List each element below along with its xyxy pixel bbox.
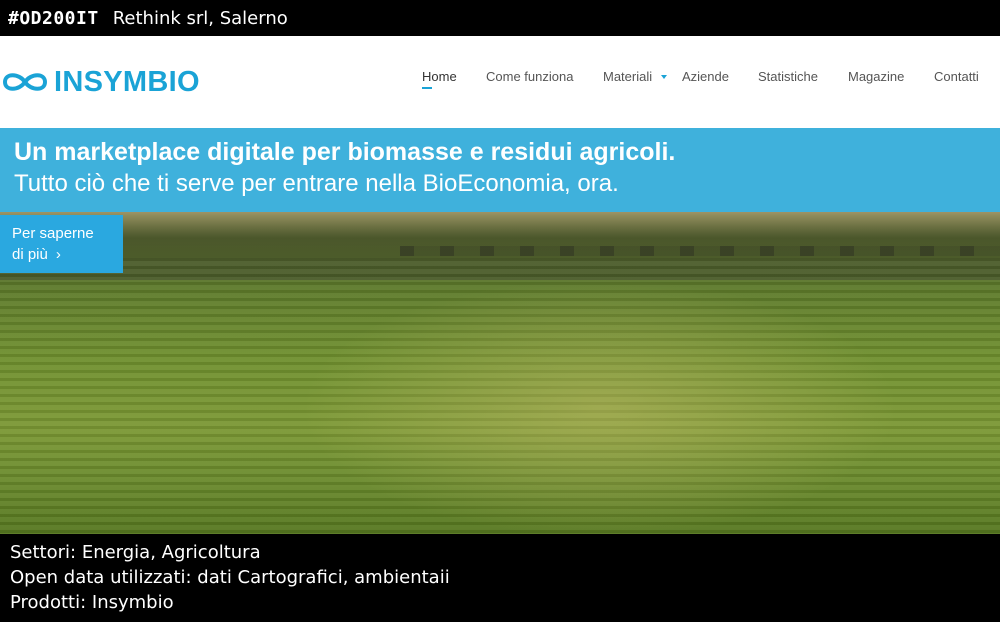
cta-label-text: di più (12, 246, 48, 263)
hero-banner: Un marketplace digitale per biomasse e r… (0, 128, 1000, 212)
chevron-down-icon[interactable] (661, 75, 667, 79)
nav-statistiche[interactable]: Statistiche (758, 69, 818, 84)
hero-subtitle: Tutto ciò che ti serve per entrare nella… (14, 170, 619, 197)
nav-home[interactable]: Home (422, 69, 457, 89)
open-data-line: Open data utilizzati: dati Cartografici,… (10, 567, 450, 588)
nav-materiali[interactable]: Materiali (603, 69, 652, 84)
site-header: INSYMBIO Home Come funziona Materiali Az… (0, 36, 1000, 128)
website-screenshot: INSYMBIO Home Come funziona Materiali Az… (0, 36, 1000, 534)
nav-come-funziona[interactable]: Come funziona (486, 69, 573, 84)
nav-home-label: Home (422, 69, 457, 84)
nav-magazine[interactable]: Magazine (848, 69, 904, 84)
hero-image: Un marketplace digitale per biomasse e r… (0, 128, 1000, 534)
nav-aziende[interactable]: Aziende (682, 69, 729, 84)
prodotti-line: Prodotti: Insymbio (10, 592, 174, 613)
sunlight-glow (300, 278, 900, 534)
hero-title: Un marketplace digitale per biomasse e r… (14, 138, 676, 166)
learn-more-button[interactable]: Per saperne di più › (0, 215, 123, 273)
nav-contatti[interactable]: Contatti (934, 69, 979, 84)
main-nav: Home Come funziona Materiali Aziende Sta… (0, 69, 1000, 93)
cta-label-line2: di più › (12, 246, 61, 263)
treeline (400, 246, 1000, 256)
settori-line: Settori: Energia, Agricoltura (10, 542, 261, 563)
caption-footer: Settori: Energia, Agricoltura Open data … (0, 536, 1000, 622)
cta-label-line1: Per saperne (12, 225, 94, 242)
chevron-right-icon: › (55, 246, 61, 263)
caption-top-bar: #OD200IT Rethink srl, Salerno (0, 0, 1000, 36)
company-name: Rethink srl, Salerno (112, 7, 288, 29)
active-underline (422, 87, 432, 89)
hashtag: #OD200IT (8, 7, 99, 29)
